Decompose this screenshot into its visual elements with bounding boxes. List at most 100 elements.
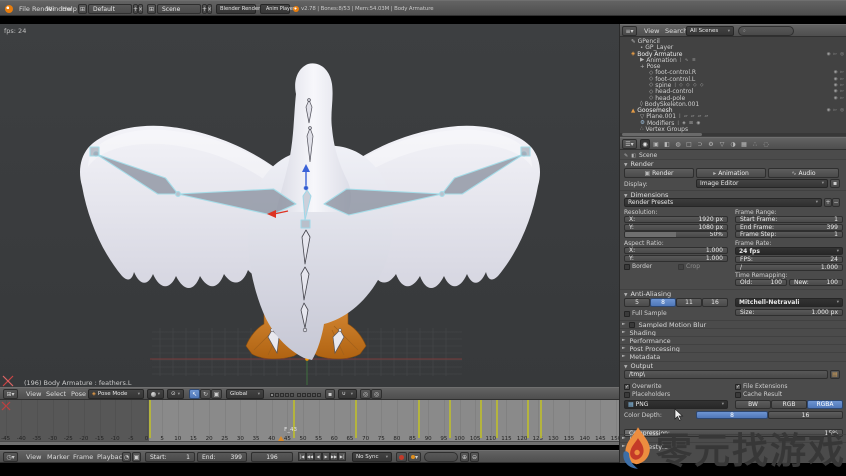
depth-8-button[interactable]: 8	[696, 411, 768, 419]
blender-logo-icon[interactable]	[5, 5, 13, 13]
mode-select[interactable]: ◈Pose Mode	[88, 389, 144, 399]
resolution-x-field[interactable]: X:1920 px	[624, 216, 728, 223]
transform-orientation-select[interactable]: Global	[226, 389, 264, 399]
tab-physics[interactable]: ◌	[761, 139, 771, 149]
tab-render[interactable]: ◉	[640, 139, 650, 149]
panel-sampled-motion-blur-header[interactable]: Sampled Motion Blur	[620, 320, 846, 328]
cache-result-row[interactable]: Cache Result	[735, 391, 782, 398]
start-frame-field[interactable]: Start:1	[145, 452, 195, 462]
timeline-editor-type-icon[interactable]: ◷▾	[3, 452, 18, 462]
next-key-button[interactable]: ▶▶	[330, 452, 338, 461]
panel-shading-header[interactable]: Shading	[620, 328, 846, 336]
scene-close-button[interactable]: ×	[207, 4, 212, 14]
resolution-percentage-slider[interactable]: 50%	[624, 231, 728, 238]
manipulator-rotate-button[interactable]: ↻	[200, 389, 211, 399]
keyframe-insert-icon[interactable]: ⊕	[460, 452, 469, 462]
timeline-marker[interactable]	[278, 436, 284, 441]
tab-constraints[interactable]: ⊃	[695, 139, 705, 149]
render-opengl-anim-icon[interactable]: ◎	[371, 389, 382, 399]
keying-set-field[interactable]	[424, 452, 458, 462]
visibility-toggle-icon[interactable]: ◉	[827, 108, 831, 113]
render-toggle-icon[interactable]: ◎	[840, 52, 844, 57]
remap-old-field[interactable]: Old:100	[735, 279, 787, 286]
tab-texture[interactable]: ▦	[739, 139, 749, 149]
layer-cell[interactable]	[312, 393, 316, 397]
snap-select[interactable]: ∪	[338, 389, 357, 399]
layer-cell[interactable]	[317, 393, 321, 397]
layer-cell[interactable]	[302, 393, 306, 397]
panel-post-processing-header[interactable]: Post Processing	[620, 344, 846, 352]
anim-player-button[interactable]: Anim Player	[260, 4, 290, 14]
visibility-toggle-icon[interactable]: ◉	[834, 77, 838, 82]
screen-layout-browse-icon[interactable]: ⊞	[78, 4, 87, 14]
scene-browse-icon[interactable]: ⊞	[147, 4, 156, 14]
end-frame-prop-field[interactable]: End Frame:399	[735, 224, 843, 231]
layers-grid-1[interactable]	[270, 390, 296, 400]
record-button[interactable]	[396, 452, 407, 462]
channels-rgba-button[interactable]: RGBA	[807, 400, 843, 409]
remap-new-field[interactable]: New:100	[789, 279, 843, 286]
aa-samples-11-button[interactable]: 11	[676, 298, 702, 307]
preset-remove-icon[interactable]: −	[832, 198, 840, 207]
channels-rgb-button[interactable]: RGB	[771, 400, 807, 409]
render-opengl-icon[interactable]: ◎	[360, 389, 371, 399]
properties-editor-type-icon[interactable]: ☰▾	[622, 139, 637, 149]
screen-layout-input[interactable]: Default	[88, 4, 132, 14]
panel-render-header[interactable]: Render	[620, 159, 846, 168]
editor-type-select-icon[interactable]: ⊞▾	[3, 389, 18, 399]
aspect-y-field[interactable]: Y:1.000	[624, 255, 728, 262]
render-audio-button[interactable]: ∿Audio	[768, 168, 839, 178]
timeline-canvas[interactable]: -45-40-35-30-25-20-15-10-505101520253035…	[0, 400, 619, 445]
tab-scene[interactable]: ◧	[662, 139, 672, 149]
channels-bw-button[interactable]: BW	[735, 400, 771, 409]
manipulator-translate-button[interactable]: ↖	[189, 389, 200, 399]
depth-16-button[interactable]: 16	[768, 411, 843, 419]
selectability-toggle-icon[interactable]: ▻	[841, 83, 844, 88]
preview-range-toggle-icon[interactable]: ◔	[122, 452, 131, 462]
selectability-toggle-icon[interactable]: ▻	[841, 96, 844, 101]
placeholders-row[interactable]: Placeholders	[624, 391, 670, 398]
render-button[interactable]: ▣Render	[624, 168, 694, 178]
scene-input[interactable]: Scene	[157, 4, 201, 14]
layer-cell[interactable]	[290, 393, 294, 397]
outliner-search-input[interactable]: ⌕	[738, 26, 794, 36]
sync-mode-select[interactable]: No Sync	[352, 452, 392, 462]
panel-antialiasing-header[interactable]: Anti-Aliasing	[620, 289, 846, 298]
full-sample-row[interactable]: Full Sample	[624, 310, 667, 317]
tab-modifiers[interactable]: ⚙	[706, 139, 716, 149]
frame-lock-icon[interactable]: ▣	[132, 452, 141, 462]
display-select[interactable]: Image Editor	[696, 179, 828, 188]
aa-samples-5-button[interactable]: 5	[624, 298, 650, 307]
layer-cell[interactable]	[270, 393, 274, 397]
visibility-toggle-icon[interactable]: ◉	[827, 52, 831, 57]
frame-step-field[interactable]: Frame Step:1	[735, 231, 843, 238]
panel-performance-header[interactable]: Performance	[620, 336, 846, 344]
selectability-toggle-icon[interactable]: ▻	[841, 89, 844, 94]
folder-icon[interactable]: ▤	[830, 370, 840, 379]
play-button[interactable]: ▶	[322, 452, 330, 461]
viewport-shading-select[interactable]	[147, 389, 164, 399]
tab-render-layers[interactable]: ▣	[651, 139, 661, 149]
fps-field[interactable]: FPS:24	[735, 256, 843, 263]
jump-end-button[interactable]: ▶|	[338, 452, 346, 461]
selectability-toggle-icon[interactable]: ▻	[841, 70, 844, 75]
overwrite-row[interactable]: ✓Overwrite	[624, 383, 662, 390]
fps-base-field[interactable]: /1.000	[735, 264, 843, 271]
preset-add-icon[interactable]: +	[824, 198, 832, 207]
crop-checkbox-row[interactable]: Crop	[678, 263, 700, 270]
selectability-toggle-icon[interactable]: ▻	[834, 52, 837, 57]
tab-particles[interactable]: ∴	[750, 139, 760, 149]
pin-icon[interactable]: ✎	[624, 153, 628, 159]
prev-key-button[interactable]: ◀◀	[306, 452, 314, 461]
outliner-row-vertex-groups[interactable]: ∴Vertex Groups	[620, 126, 846, 133]
selectability-toggle-icon[interactable]: ▻	[834, 108, 837, 113]
end-frame-field[interactable]: End:399	[197, 452, 247, 462]
play-rev-button[interactable]: ◀	[314, 452, 322, 461]
panel-output-header[interactable]: Output	[620, 361, 846, 370]
tab-material[interactable]: ◑	[728, 139, 738, 149]
outliner-editor-type-icon[interactable]: ≡▾	[622, 26, 637, 36]
panel-checkbox[interactable]	[629, 322, 635, 328]
layer-cell[interactable]	[285, 393, 289, 397]
layer-cell[interactable]	[280, 393, 284, 397]
resolution-y-field[interactable]: Y:1080 px	[624, 224, 728, 231]
